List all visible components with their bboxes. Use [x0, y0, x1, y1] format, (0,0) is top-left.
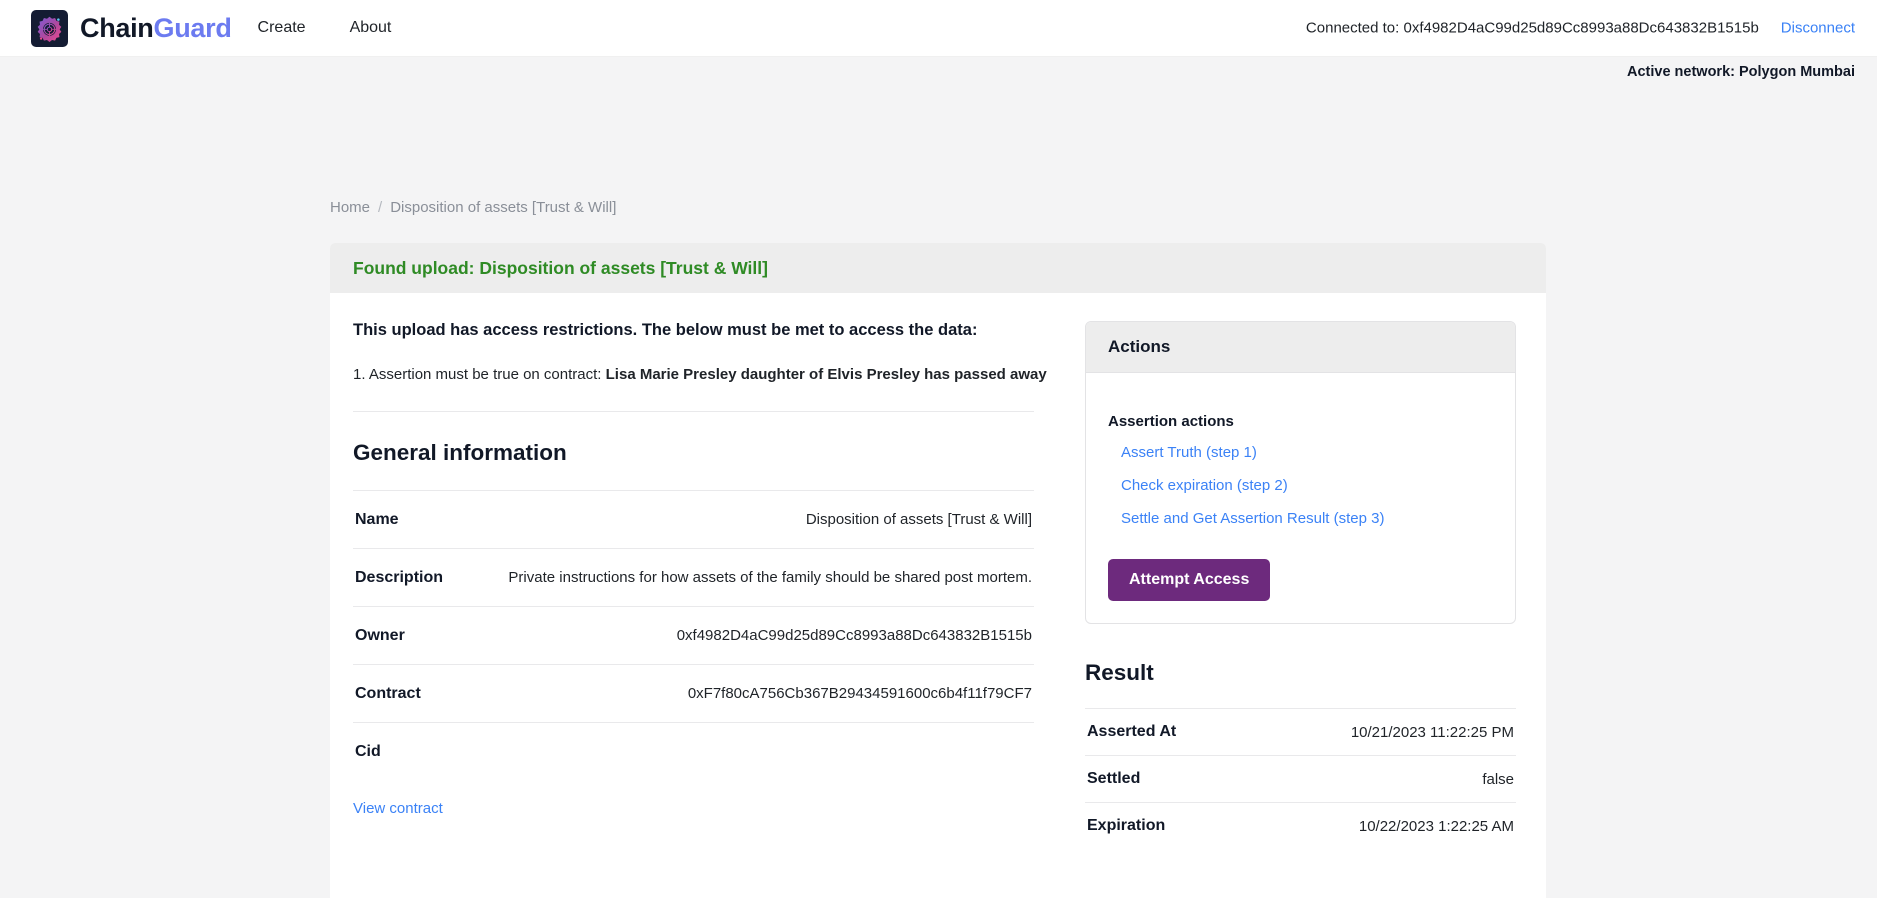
result-title: Result	[1085, 660, 1154, 685]
breadcrumb-item-current: Disposition of assets [Trust & Will]	[390, 199, 617, 216]
page-root: ChainGuard Create About Connected to: 0x…	[0, 0, 1877, 898]
access-restrictions-title: This upload has access restrictions. The…	[353, 321, 978, 339]
breadcrumb-item-home[interactable]: Home	[330, 199, 370, 216]
card-body: This upload has access restrictions. The…	[330, 293, 1546, 849]
general-information-title: General information	[353, 440, 567, 465]
active-network-label: Active network: Polygon Mumbai	[1627, 64, 1855, 80]
actions-column: Actions Assertion actions Assert Truth (…	[1055, 293, 1546, 849]
assert-truth-link[interactable]: Assert Truth (step 1)	[1121, 444, 1493, 461]
row-key: Expiration	[1087, 817, 1166, 834]
brand-title: ChainGuard	[80, 13, 232, 44]
row-value: false	[1482, 770, 1514, 788]
row-value: Disposition of assets [Trust & Will]	[805, 511, 1032, 528]
table-row: Settled false	[1085, 755, 1516, 802]
found-upload-banner-text: Found upload: Disposition of assets [Tru…	[353, 257, 768, 278]
check-expiration-link[interactable]: Check expiration (step 2)	[1121, 477, 1493, 494]
table-row: Description Private instructions for how…	[353, 548, 1034, 606]
brand-title-guard: Guard	[153, 12, 232, 43]
brand-title-chain: Chain	[80, 12, 154, 43]
table-row: Asserted At 10/21/2023 11:22:25 PM	[1085, 708, 1516, 755]
table-row: Contract 0xF7f80cA756Cb367B29434591600c6…	[353, 664, 1034, 722]
restriction-item-1: 1. Assertion must be true on contract: L…	[353, 366, 1055, 383]
row-key: Contract	[355, 684, 421, 702]
primary-nav: Create About	[258, 19, 436, 37]
restriction-item-1-prefix: 1. Assertion must be true on contract:	[353, 366, 606, 383]
actions-panel-title: Actions	[1108, 337, 1171, 356]
row-value: 0xf4982D4aC99d25d89Cc8993a88Dc643832B151…	[676, 627, 1032, 644]
nav-item-create[interactable]: Create	[258, 19, 306, 37]
row-value: Private instructions for how assets of t…	[508, 569, 1032, 586]
table-row: Owner 0xf4982D4aC99d25d89Cc8993a88Dc6438…	[353, 606, 1034, 664]
actions-panel-body: Assertion actions Assert Truth (step 1) …	[1086, 373, 1515, 623]
row-key: Asserted At	[1087, 723, 1177, 740]
top-navbar: ChainGuard Create About Connected to: 0x…	[0, 0, 1877, 57]
breadcrumb: Home / Disposition of assets [Trust & Will…	[330, 199, 616, 216]
network-bar: Active network: Polygon Mumbai	[0, 57, 1877, 92]
row-key: Description	[355, 568, 444, 586]
settle-and-get-assertion-result-link[interactable]: Settle and Get Assertion Result (step 3)	[1121, 510, 1493, 527]
attempt-access-button[interactable]: Attempt Access	[1108, 559, 1271, 601]
general-information-table: Name Disposition of assets [Trust & Will…	[353, 490, 1034, 780]
row-value: 10/21/2023 11:22:25 PM	[1350, 723, 1514, 741]
found-upload-banner: Found upload: Disposition of assets [Tru…	[330, 243, 1546, 293]
row-key: Name	[355, 510, 399, 528]
gear-shield-logo-icon	[31, 9, 68, 47]
view-contract-wrap: View contract	[353, 800, 1055, 818]
result-table: Asserted At 10/21/2023 11:22:25 PM Settl…	[1085, 708, 1516, 849]
view-contract-link[interactable]: View contract	[353, 800, 443, 817]
table-row: Cid	[353, 722, 1034, 780]
actions-panel-header: Actions	[1086, 322, 1515, 373]
details-divider	[353, 411, 1034, 412]
row-key: Owner	[355, 626, 405, 644]
breadcrumb-separator: /	[378, 199, 383, 216]
assertion-actions-title: Assertion actions	[1108, 413, 1234, 430]
row-value: 10/22/2023 1:22:25 AM	[1358, 817, 1514, 835]
content-card: Found upload: Disposition of assets [Tru…	[330, 243, 1546, 898]
restriction-item-1-value: Lisa Marie Presley daughter of Elvis Pre…	[605, 366, 1047, 383]
table-row: Expiration 10/22/2023 1:22:25 AM	[1085, 802, 1516, 849]
brand[interactable]: ChainGuard	[31, 9, 232, 47]
wallet-status-group: Connected to: 0xf4982D4aC99d25d89Cc8993a…	[1306, 20, 1855, 37]
row-key: Settled	[1087, 770, 1141, 787]
details-column: This upload has access restrictions. The…	[330, 293, 1055, 849]
table-row: Name Disposition of assets [Trust & Will…	[353, 490, 1034, 548]
actions-panel: Actions Assertion actions Assert Truth (…	[1085, 321, 1516, 624]
disconnect-button[interactable]: Disconnect	[1781, 20, 1855, 37]
row-value: 0xF7f80cA756Cb367B29434591600c6b4f11f79C…	[687, 685, 1032, 702]
row-key: Cid	[355, 742, 381, 760]
nav-item-about[interactable]: About	[350, 19, 392, 37]
connected-address-label: Connected to: 0xf4982D4aC99d25d89Cc8993a…	[1305, 19, 1759, 37]
